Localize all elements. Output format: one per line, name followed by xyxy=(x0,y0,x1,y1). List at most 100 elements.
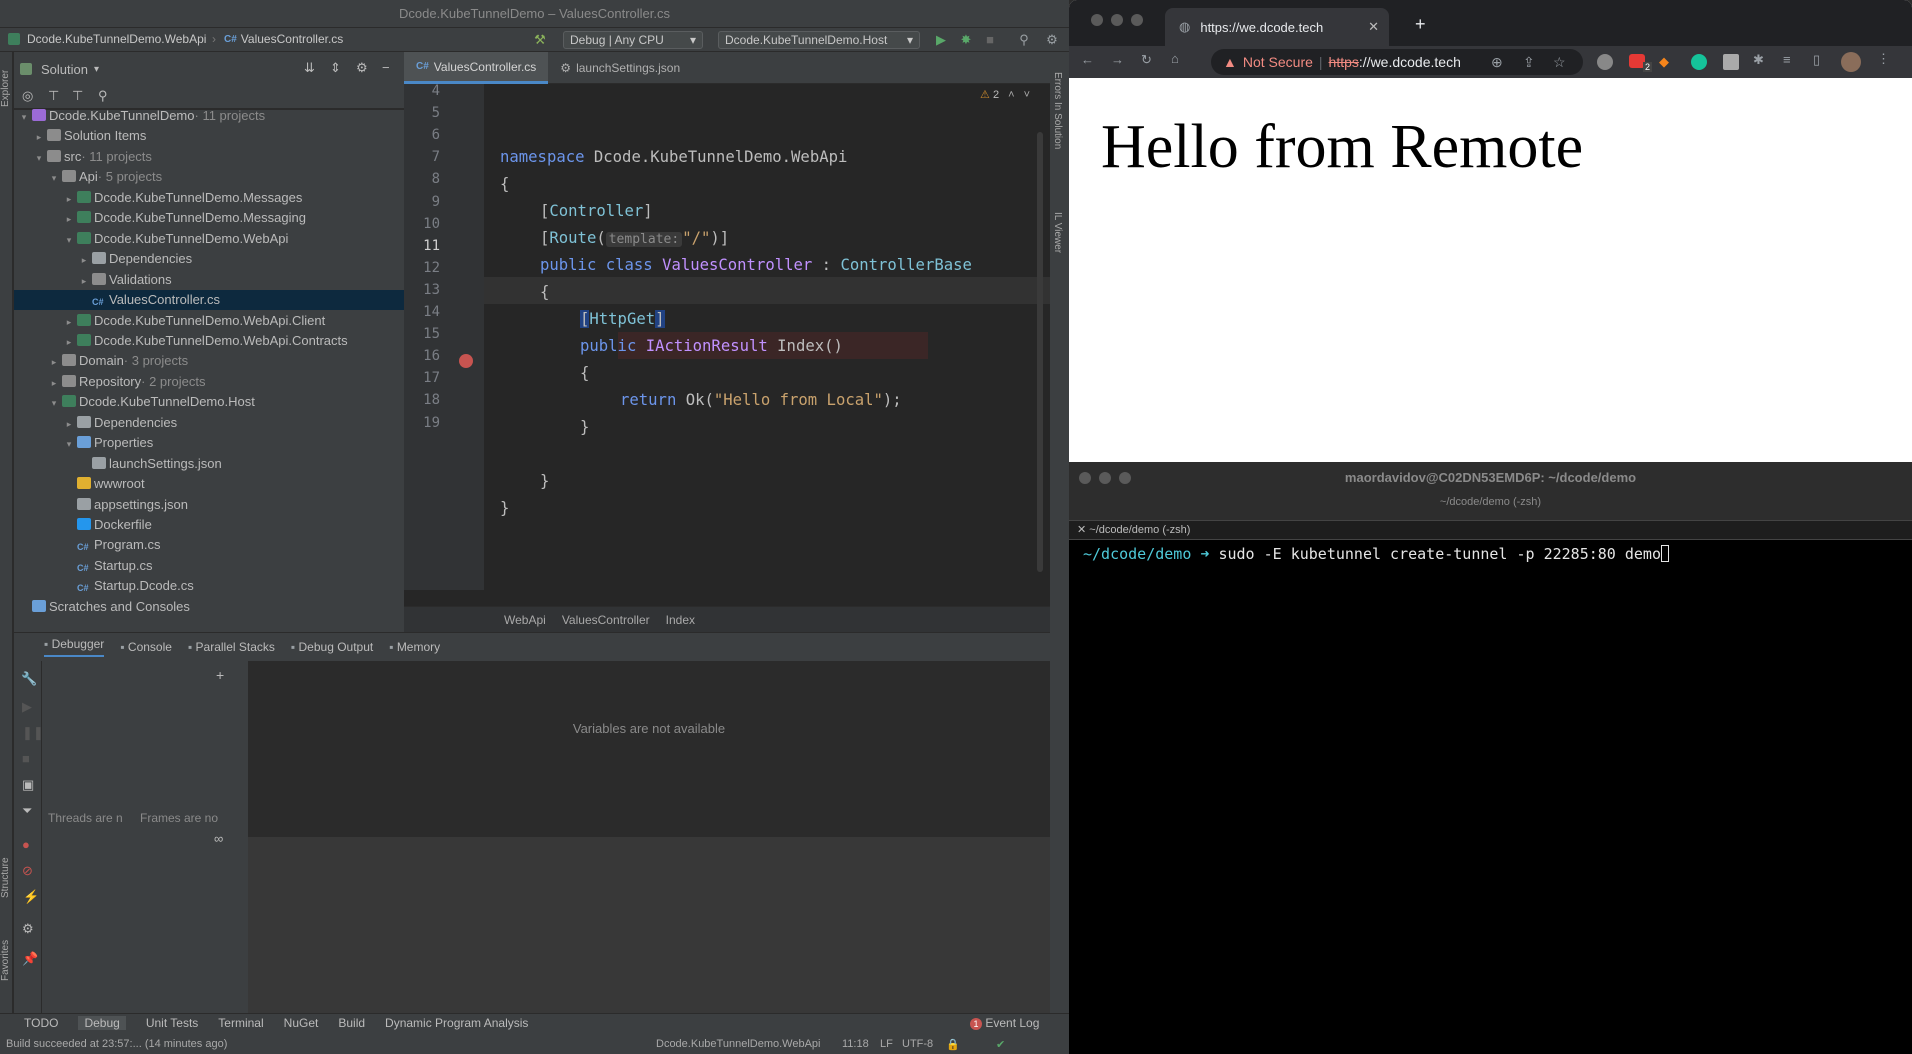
lightning-icon[interactable]: ⚡ xyxy=(23,889,39,905)
media-icon[interactable]: ≡ xyxy=(1783,52,1791,67)
status-encoding[interactable]: UTF-8 xyxy=(902,1038,933,1050)
config-select[interactable]: Debug | Any CPU ▾ xyxy=(563,31,703,49)
check-icon[interactable]: ✔ xyxy=(996,1038,1005,1051)
tool-tab-todo[interactable]: TODO xyxy=(24,1016,58,1030)
share-icon[interactable]: ⇪ xyxy=(1523,54,1535,71)
tree-item[interactable]: ▸ Solution Items xyxy=(14,126,404,146)
run-icon[interactable]: ▶ xyxy=(933,32,949,48)
tree-item[interactable]: wwwroot xyxy=(14,474,404,494)
editor-scrollbar[interactable] xyxy=(1037,132,1043,572)
tree-item[interactable]: C# Startup.cs xyxy=(14,556,404,576)
breakpoint-icon[interactable] xyxy=(459,354,473,368)
tool-tab-unit-tests[interactable]: Unit Tests xyxy=(146,1016,198,1030)
locate-icon[interactable]: ◎ xyxy=(22,88,33,104)
filter-icon[interactable]: ⏷ xyxy=(22,803,32,819)
tab-launchsettings[interactable]: ⚙ launchSettings.json xyxy=(548,52,692,84)
solution-view-select[interactable]: Solution xyxy=(41,62,88,77)
expand-icon[interactable]: ⇕ xyxy=(330,60,341,76)
filter-files-icon[interactable]: ⊤ xyxy=(72,88,83,104)
il-viewer-tab[interactable]: IL Viewer xyxy=(1052,212,1063,292)
tree-item[interactable]: appsettings.json xyxy=(14,495,404,515)
nav-file[interactable]: C# ValuesController.cs xyxy=(220,32,347,46)
warning-indicator[interactable]: ⚠ 2 ˄ ˅ xyxy=(980,88,1030,101)
filter-icon[interactable]: ⊤ xyxy=(48,88,59,104)
favorites-tool-tab[interactable]: Favorites xyxy=(0,932,13,988)
chevron-down-icon[interactable]: ▾ xyxy=(94,64,99,75)
tree-item[interactable]: C# Startup.Dcode.cs xyxy=(14,576,404,596)
extension-k-icon[interactable] xyxy=(1723,54,1739,70)
tree-item[interactable]: ▾ Api· 5 projects xyxy=(14,167,404,187)
errors-in-solution-tab[interactable]: Errors In Solution xyxy=(1052,72,1063,192)
tree-item[interactable]: ▾ Dcode.KubeTunnelDemo· 11 projects xyxy=(14,106,404,126)
breadcrumb-item[interactable]: ValuesController xyxy=(562,613,650,627)
window-minimize-button[interactable] xyxy=(1111,14,1123,26)
collapse-all-icon[interactable]: ⇊ xyxy=(304,60,315,76)
tree-item[interactable]: ▸ Dcode.KubeTunnelDemo.WebApi.Client xyxy=(14,311,404,331)
tab-parallel-stacks[interactable]: ▪ Parallel Stacks xyxy=(188,640,275,654)
window-close-button[interactable] xyxy=(1091,14,1103,26)
close-icon[interactable]: ✕ xyxy=(1368,19,1379,35)
zoom-icon[interactable]: ⊕ xyxy=(1491,54,1503,71)
menu-icon[interactable]: ⋮ xyxy=(1877,51,1890,67)
run-target-select[interactable]: Dcode.KubeTunnelDemo.Host ▾ xyxy=(718,31,920,49)
window-zoom-button[interactable] xyxy=(1131,14,1143,26)
back-icon[interactable]: ← xyxy=(1081,52,1094,67)
chevron-right-icon[interactable]: ▸ xyxy=(48,352,60,372)
chevron-down-icon[interactable]: ▾ xyxy=(18,107,30,127)
tree-item[interactable]: ▸ Dependencies xyxy=(14,249,404,269)
grammarly-icon[interactable] xyxy=(1691,54,1707,70)
chevron-right-icon[interactable]: ▸ xyxy=(48,373,60,393)
bookmark-star-icon[interactable]: ☆ xyxy=(1553,54,1566,71)
chevron-right-icon[interactable]: ▸ xyxy=(63,312,75,332)
search-icon[interactable]: ⚲ xyxy=(1016,32,1032,48)
chevron-right-icon[interactable]: ▸ xyxy=(63,209,75,229)
explorer-tool-tab[interactable]: Explorer xyxy=(0,58,13,118)
tree-item[interactable]: ▸ Repository· 2 projects xyxy=(14,372,404,392)
tree-item[interactable]: Scratches and Consoles xyxy=(14,597,404,617)
search-icon[interactable]: ⚲ xyxy=(98,88,108,104)
structure-tool-tab[interactable]: Structure xyxy=(0,848,13,908)
chevron-up-icon[interactable]: ˄ xyxy=(1008,89,1014,101)
gear-icon[interactable]: ⚙ xyxy=(1044,32,1060,48)
chevron-down-icon[interactable]: ▾ xyxy=(48,168,60,188)
forward-icon[interactable]: → xyxy=(1111,52,1124,67)
hammer-icon[interactable]: ⚒ xyxy=(532,32,548,48)
chevron-right-icon[interactable]: ▸ xyxy=(63,414,75,434)
home-icon[interactable]: ⌂ xyxy=(1171,51,1179,66)
stop-icon[interactable]: ■ xyxy=(22,751,30,766)
browser-tab[interactable]: ◍ https://we.dcode.tech ✕ xyxy=(1165,8,1389,46)
sidepanel-icon[interactable]: ▯ xyxy=(1813,52,1820,68)
wrench-icon[interactable]: 🔧 xyxy=(21,671,37,687)
tree-item[interactable]: C# ValuesController.cs xyxy=(14,290,404,311)
chevron-right-icon[interactable]: ▸ xyxy=(78,250,90,270)
hide-icon[interactable]: − xyxy=(382,60,390,75)
breadcrumb-item[interactable]: WebApi xyxy=(504,613,546,627)
terminal-prompt-line[interactable]: ~/dcode/demo ➜ sudo -E kubetunnel create… xyxy=(1083,540,1669,568)
chevron-right-icon[interactable]: ▸ xyxy=(78,271,90,291)
tab-memory[interactable]: ▪ Memory xyxy=(389,640,440,654)
tree-item[interactable]: ▸ Dcode.KubeTunnelDemo.Messaging xyxy=(14,208,404,228)
tree-item[interactable]: launchSettings.json xyxy=(14,454,404,474)
tree-item[interactable]: ▾ Dcode.KubeTunnelDemo.Host xyxy=(14,392,404,412)
tree-item[interactable]: ▸ Dependencies xyxy=(14,413,404,433)
tree-item[interactable]: ▸ Validations xyxy=(14,270,404,290)
tool-tab-terminal[interactable]: Terminal xyxy=(218,1016,263,1030)
gear-icon[interactable]: ⚙ xyxy=(22,921,34,937)
chevron-down-icon[interactable]: ▾ xyxy=(48,393,60,413)
tree-item[interactable]: ▸ Dcode.KubeTunnelDemo.WebApi.Contracts xyxy=(14,331,404,351)
event-log-button[interactable]: 1 Event Log xyxy=(970,1016,1039,1030)
tab-debug-output[interactable]: ▪ Debug Output xyxy=(291,640,373,654)
breadcrumb-item[interactable]: Index xyxy=(666,613,695,627)
tool-tab-build[interactable]: Build xyxy=(338,1016,365,1030)
nav-project[interactable]: Dcode.KubeTunnelDemo.WebApi xyxy=(2,32,210,46)
avatar[interactable] xyxy=(1841,52,1861,72)
address-bar[interactable]: ▲ Not Secure | https://we.dcode.tech ⊕ ⇪… xyxy=(1211,49,1583,75)
pause-icon[interactable]: ❚❚ xyxy=(22,725,44,741)
chevron-right-icon[interactable]: ▸ xyxy=(33,127,45,147)
reload-icon[interactable]: ↻ xyxy=(1141,52,1152,68)
chevron-down-icon[interactable]: ▾ xyxy=(63,230,75,250)
tool-tab-nuget[interactable]: NuGet xyxy=(284,1016,319,1030)
tab-console[interactable]: ▪ Console xyxy=(120,640,172,654)
tree-item[interactable]: ▾ Properties xyxy=(14,433,404,453)
tree-item[interactable]: ▸ Dcode.KubeTunnelDemo.Messages xyxy=(14,188,404,208)
